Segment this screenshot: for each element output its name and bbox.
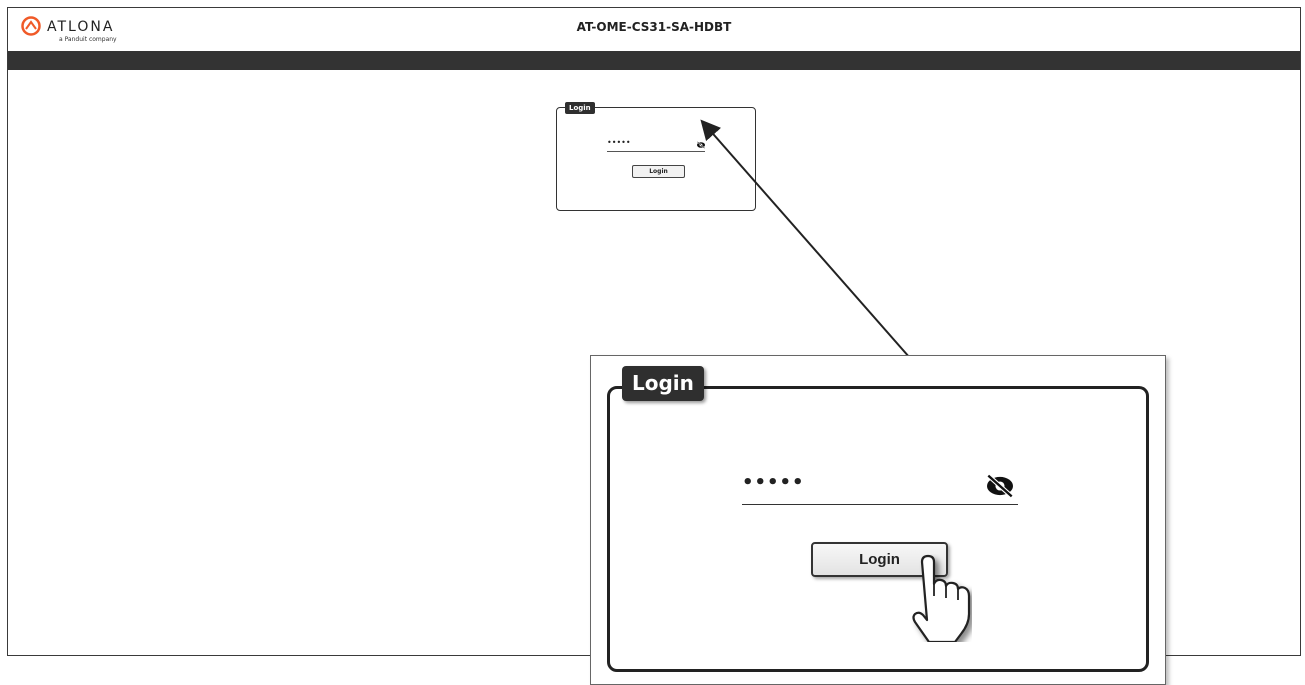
page-title: AT-OME-CS31-SA-HDBT [576, 20, 732, 34]
zoom-callout: Login ••••• Login [590, 355, 1166, 685]
navbar [8, 51, 1300, 70]
pointing-hand-cursor-icon [912, 554, 971, 642]
zoomed-password-mask: ••••• [742, 472, 805, 493]
login-button[interactable]: Login [632, 165, 685, 178]
password-mask: ••••• [607, 138, 631, 147]
password-input[interactable]: ••••• [607, 139, 705, 152]
eye-slash-icon[interactable] [984, 473, 1016, 499]
header: ATLONA a Panduit company AT-OME-CS31-SA-… [8, 8, 1300, 50]
eye-slash-icon[interactable] [696, 141, 706, 149]
zoomed-password-input[interactable]: ••••• [742, 466, 1018, 505]
login-legend: Login [565, 102, 595, 114]
zoomed-login-legend: Login [622, 366, 704, 401]
zoomed-login-panel: Login ••••• Login [607, 366, 1149, 672]
login-panel: Login ••••• Login [556, 102, 756, 211]
brand-subtitle: a Panduit company [59, 36, 117, 43]
